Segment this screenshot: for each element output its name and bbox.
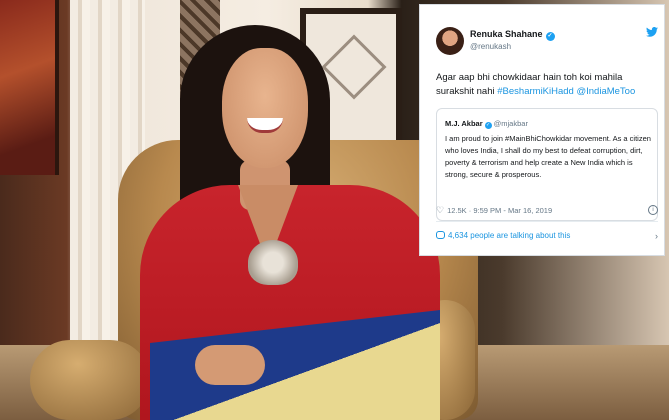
author-name[interactable]: Renuka Shahane — [470, 29, 543, 39]
quoted-verified-badge-icon: ✓ — [484, 122, 492, 129]
divider — [436, 221, 658, 222]
talking-about-text: 4,634 people are talking about this — [448, 231, 571, 240]
like-count[interactable]: 12.5K — [447, 206, 467, 215]
chevron-right-icon: › — [655, 231, 658, 241]
tweet-header: Renuka Shahane ✓ @renukash — [436, 27, 658, 61]
comment-icon — [436, 231, 445, 239]
hashtag-besharmikihadd[interactable]: #BesharmiKiHadd — [497, 86, 574, 97]
heart-icon[interactable]: ♡ — [436, 205, 444, 216]
tweet-meta: ♡ 12.5K · 9:59 PM - Mar 16, 2019 i — [436, 205, 658, 216]
tweet-card[interactable]: Renuka Shahane ✓ @renukash Agar aap bhi c… — [419, 4, 665, 256]
woman-hand — [195, 345, 265, 385]
woman-face — [222, 48, 308, 168]
quoted-author-handle: @mjakbar — [493, 119, 528, 128]
talking-about-link[interactable]: 4,634 people are talking about this › — [436, 231, 658, 241]
quoted-tweet-header: M.J. Akbar ✓ @mjakbar — [445, 119, 528, 129]
silver-necklace-pendant — [248, 240, 298, 285]
author-handle[interactable]: @renukash — [470, 42, 511, 51]
verified-badge-icon: ✓ — [545, 32, 555, 41]
author-name-row[interactable]: Renuka Shahane ✓ — [470, 29, 555, 41]
avatar[interactable] — [436, 27, 464, 55]
quoted-author-name: M.J. Akbar — [445, 119, 483, 128]
tweet-timestamp[interactable]: 9:59 PM - Mar 16, 2019 — [473, 206, 552, 215]
armchair-left-arm — [30, 340, 150, 420]
mention-indiametoo[interactable]: @IndiaMeToo — [576, 86, 635, 97]
quoted-tweet-text: I am proud to join #MainBhiChowkidar mov… — [445, 134, 651, 179]
wall-painting — [0, 0, 59, 175]
twitter-bird-icon[interactable] — [646, 27, 658, 37]
info-icon[interactable]: i — [648, 205, 658, 215]
tweet-text: Agar aap bhi chowkidaar hain toh koi mah… — [436, 71, 658, 99]
